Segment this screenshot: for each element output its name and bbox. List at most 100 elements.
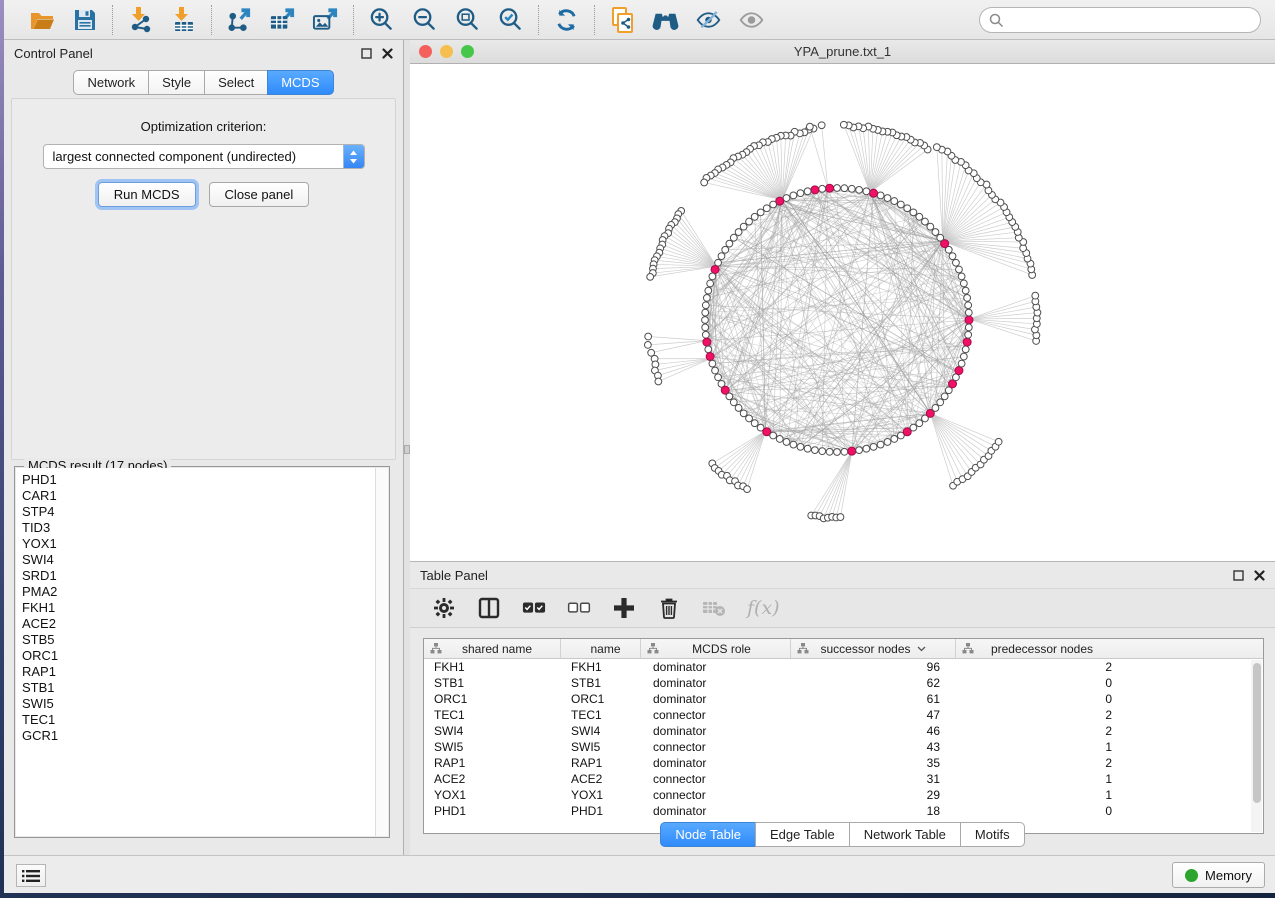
zoom-in-icon[interactable] [368,6,395,33]
mcds-result-item[interactable]: FKH1 [22,600,388,616]
show-graphics-details-icon[interactable] [738,6,765,33]
table-cell[interactable]: SWI4 [561,724,641,738]
table-cell[interactable]: STB1 [424,676,561,690]
column-header-name[interactable]: name [561,639,641,658]
tab-network[interactable]: Network [73,70,148,95]
export-image-icon[interactable] [312,6,339,33]
mcds-result-item[interactable]: STB5 [22,632,388,648]
float-panel-icon[interactable] [361,48,372,59]
table-cell[interactable]: YOX1 [561,788,641,802]
mcds-result-item[interactable]: PHD1 [22,472,388,488]
tab-mcds[interactable]: MCDS [267,70,333,95]
network-canvas[interactable] [410,64,1275,561]
table-cell[interactable]: 47 [791,708,956,722]
open-file-icon[interactable] [28,6,55,33]
export-table-icon[interactable] [269,6,296,33]
delete-column-icon[interactable] [657,596,681,620]
table-cell[interactable]: 61 [791,692,956,706]
table-row[interactable]: ORC1ORC1dominator610 [424,691,1263,707]
copy-network-view-icon[interactable] [609,6,636,33]
mcds-result-item[interactable]: STP4 [22,504,388,520]
table-cell[interactable]: connector [641,740,791,754]
table-cell[interactable]: TEC1 [561,708,641,722]
table-cell[interactable]: ACE2 [424,772,561,786]
table-cell[interactable]: RAP1 [561,756,641,770]
mcds-result-item[interactable]: YOX1 [22,536,388,552]
save-session-icon[interactable] [71,6,98,33]
mcds-result-item[interactable]: TEC1 [22,712,388,728]
mcds-result-item[interactable]: STB1 [22,680,388,696]
table-row[interactable]: SWI4SWI4dominator462 [424,723,1263,739]
table-cell[interactable]: dominator [641,724,791,738]
add-column-icon[interactable] [612,596,636,620]
mcds-result-scrollbar[interactable] [375,468,388,836]
tab-network-table[interactable]: Network Table [849,822,960,847]
table-cell[interactable]: RAP1 [424,756,561,770]
column-header-predecessor-nodes[interactable]: predecessor nodes [956,639,1128,658]
table-cell[interactable]: ACE2 [561,772,641,786]
table-cell[interactable]: connector [641,708,791,722]
table-row[interactable]: STB1STB1dominator620 [424,675,1263,691]
table-cell[interactable]: SWI5 [561,740,641,754]
table-cell[interactable]: YOX1 [424,788,561,802]
table-cell[interactable]: dominator [641,756,791,770]
mcds-result-item[interactable]: ACE2 [22,616,388,632]
optimization-criterion-select[interactable]: largest connected component (undirected) [43,144,365,169]
mcds-result-item[interactable]: SRD1 [22,568,388,584]
tab-style[interactable]: Style [148,70,204,95]
close-panel-button[interactable]: Close panel [209,182,310,207]
mcds-result-item[interactable]: ORC1 [22,648,388,664]
table-cell[interactable]: 46 [791,724,956,738]
table-cell[interactable]: STB1 [561,676,641,690]
table-scrollbar[interactable] [1251,660,1262,832]
search-input[interactable] [1010,13,1260,28]
table-row[interactable]: SWI5SWI5connector431 [424,739,1263,755]
table-cell[interactable]: FKH1 [424,660,561,674]
table-cell[interactable]: FKH1 [561,660,641,674]
column-header-mcds-role[interactable]: MCDS role [641,639,791,658]
function-builder-icon[interactable]: f(x) [747,597,780,619]
tab-node-table[interactable]: Node Table [660,822,755,847]
network-graph[interactable] [410,64,1275,561]
close-panel-icon[interactable] [1254,570,1265,581]
export-network-icon[interactable] [226,6,253,33]
table-cell[interactable]: 62 [791,676,956,690]
mcds-result-item[interactable]: CAR1 [22,488,388,504]
table-row[interactable]: PHD1PHD1dominator180 [424,803,1263,819]
zoom-fit-icon[interactable] [454,6,481,33]
table-row[interactable]: RAP1RAP1dominator352 [424,755,1263,771]
table-cell[interactable]: SWI5 [424,740,561,754]
hide-graphics-details-icon[interactable] [695,6,722,33]
mcds-result-item[interactable]: TID3 [22,520,388,536]
table-cell[interactable]: 18 [791,804,956,818]
settings-gear-icon[interactable] [432,596,456,620]
float-panel-icon[interactable] [1233,570,1244,581]
show-column-panel-icon[interactable] [477,596,501,620]
table-cell[interactable]: 0 [956,804,1128,818]
column-header-shared-name[interactable]: shared name [424,639,561,658]
table-cell[interactable]: 2 [956,708,1128,722]
zoom-selected-icon[interactable] [497,6,524,33]
mcds-result-item[interactable]: SWI4 [22,552,388,568]
table-cell[interactable]: ORC1 [424,692,561,706]
table-cell[interactable]: dominator [641,692,791,706]
refresh-view-icon[interactable] [553,6,580,33]
table-cell[interactable]: 0 [956,676,1128,690]
mcds-result-item[interactable]: SWI5 [22,696,388,712]
table-cell[interactable]: PHD1 [561,804,641,818]
table-cell[interactable]: dominator [641,804,791,818]
mcds-result-item[interactable]: GCR1 [22,728,388,744]
table-row[interactable]: TEC1TEC1connector472 [424,707,1263,723]
table-cell[interactable]: 31 [791,772,956,786]
column-header-successor-nodes[interactable]: successor nodes [791,639,956,658]
global-search[interactable] [979,7,1261,33]
mcds-result-list[interactable]: PHD1CAR1STP4TID3YOX1SWI4SRD1PMA2FKH1ACE2… [16,468,388,836]
table-cell[interactable]: 35 [791,756,956,770]
memory-button[interactable]: Memory [1172,862,1265,888]
table-row[interactable]: ACE2ACE2connector311 [424,771,1263,787]
tab-edge-table[interactable]: Edge Table [755,822,849,847]
import-table-icon[interactable] [170,6,197,33]
mcds-result-item[interactable]: PMA2 [22,584,388,600]
table-cell[interactable]: ORC1 [561,692,641,706]
table-cell[interactable]: 1 [956,772,1128,786]
